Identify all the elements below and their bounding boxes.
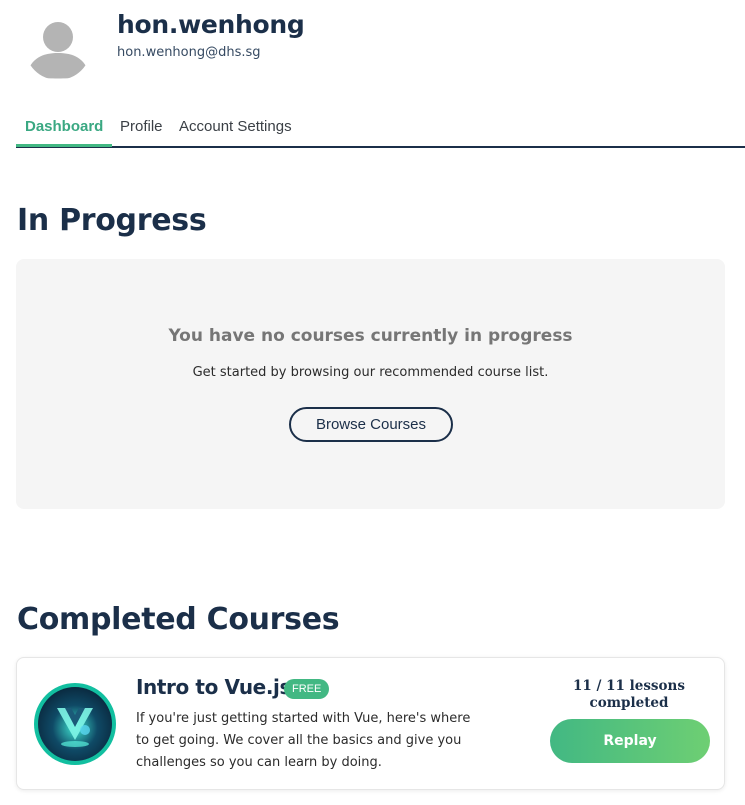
in-progress-heading: In Progress [17, 203, 207, 238]
user-silhouette-icon [25, 14, 91, 80]
completed-courses-heading: Completed Courses [17, 602, 340, 637]
profile-header: hon.wenhong hon.wenhong@dhs.sg [0, 0, 745, 110]
tab-profile[interactable]: Profile [120, 118, 163, 135]
vue-logo-icon [33, 682, 117, 766]
course-title[interactable]: Intro to Vue.js [136, 675, 291, 699]
username: hon.wenhong [117, 10, 305, 39]
free-badge: FREE [284, 679, 330, 699]
empty-state-subtitle: Get started by browsing our recommended … [192, 365, 549, 380]
replay-button[interactable]: Replay [550, 719, 710, 763]
browse-courses-button[interactable]: Browse Courses [289, 407, 453, 442]
tab-dashboard[interactable]: Dashboard [25, 118, 103, 135]
user-email: hon.wenhong@dhs.sg [117, 45, 261, 60]
tab-account-settings[interactable]: Account Settings [179, 118, 292, 135]
active-tab-indicator [16, 144, 112, 147]
course-description: If you're just getting started with Vue,… [136, 711, 471, 770]
empty-state-title: You have no courses currently in progres… [168, 326, 573, 346]
account-tabs: Dashboard Profile Account Settings [16, 112, 745, 148]
in-progress-empty-state: You have no courses currently in progres… [16, 259, 725, 509]
avatar [25, 14, 91, 80]
course-card: Intro to Vue.js FREE If you're just gett… [16, 657, 725, 790]
lessons-progress: 11 / 11 lessons completed [573, 678, 685, 711]
